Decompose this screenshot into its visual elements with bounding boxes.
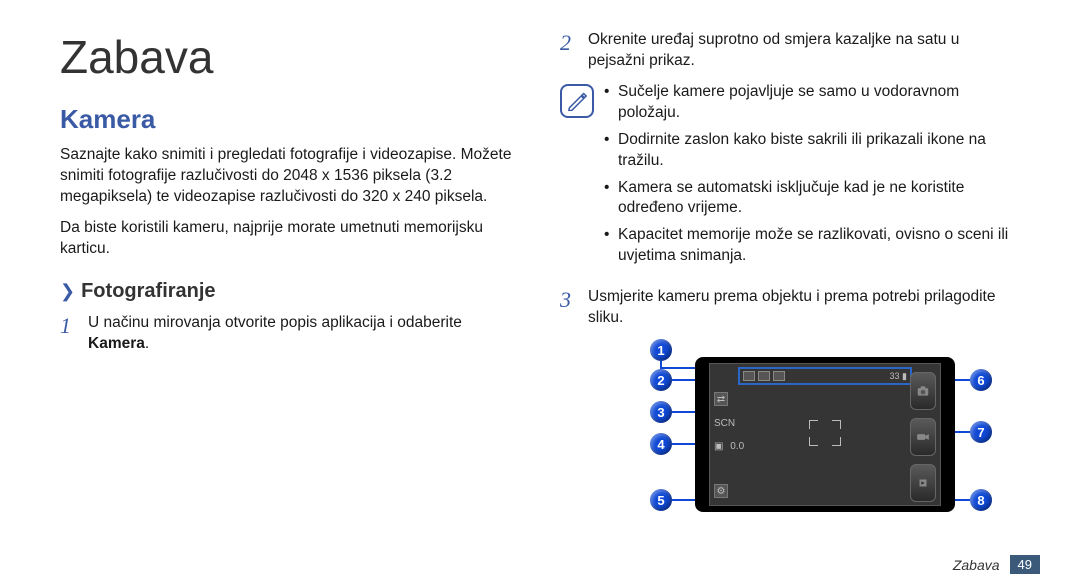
callout-8: 8 — [970, 489, 992, 511]
intro-paragraph-1: Saznajte kako snimiti i pregledati fotog… — [60, 145, 520, 208]
step-number: 1 — [60, 313, 88, 355]
note-icon — [560, 84, 594, 118]
step-1-text-b: . — [145, 335, 149, 352]
status-icon — [743, 371, 755, 381]
note-item: Dodirnite zaslon kako biste sakrili ili … — [604, 130, 1020, 172]
camera-figure: 1 2 3 4 5 6 7 8 — [620, 339, 1000, 529]
callout-5: 5 — [650, 489, 672, 511]
callout-7: 7 — [970, 421, 992, 443]
chevron-right-icon: ❯ — [60, 281, 75, 302]
gallery-icon — [910, 464, 936, 502]
status-bar: 33 ▮ — [738, 367, 912, 385]
intro-paragraph-2: Da biste koristili kameru, najprije mora… — [60, 218, 520, 260]
focus-reticle-icon — [710, 419, 940, 447]
status-icon — [773, 371, 785, 381]
step-2: 2 Okrenite uređaj suprotno od smjera kaz… — [560, 30, 1020, 72]
callout-6: 6 — [970, 369, 992, 391]
settings-icon: ⚙ — [714, 484, 744, 498]
step-3: 3 Usmjerite kameru prema objektu i prema… — [560, 287, 1020, 329]
note-item: Kapacitet memorije može se razlikovati, … — [604, 225, 1020, 267]
step-1-text-a: U načinu mirovanja otvorite popis aplika… — [88, 314, 462, 331]
battery-label: 33 — [890, 371, 900, 381]
note-item: Kamera se automatski isključuje kad je n… — [604, 178, 1020, 220]
camera-shutter-icon — [910, 372, 936, 410]
step-1: 1 U načinu mirovanja otvorite popis apli… — [60, 313, 520, 355]
note-item: Sučelje kamere pojavljuje se samo u vodo… — [604, 82, 1020, 124]
subsection-title: Fotografiranje — [81, 280, 215, 303]
page-footer: Zabava 49 — [953, 555, 1040, 574]
mode-switch-icon: ⇄ — [714, 392, 744, 406]
callout-4: 4 — [650, 433, 672, 455]
section-title: Kamera — [60, 104, 520, 135]
step-2-text: Okrenite uređaj suprotno od smjera kazal… — [588, 30, 1020, 72]
subsection-heading: ❯ Fotografiranje — [60, 280, 520, 303]
status-icon — [758, 371, 770, 381]
footer-label: Zabava — [953, 557, 1000, 573]
callout-2: 2 — [650, 369, 672, 391]
step-number: 2 — [560, 30, 588, 72]
page-number: 49 — [1010, 555, 1040, 574]
note-block: Sučelje kamere pojavljuje se samo u vodo… — [560, 82, 1020, 273]
step-number: 3 — [560, 287, 588, 329]
phone-mockup: 33 ▮ ⇄ SCN ▣ 0.0 ⚙ — [695, 357, 955, 512]
step-1-bold: Kamera — [88, 335, 145, 352]
chapter-title: Zabava — [60, 30, 520, 84]
callout-3: 3 — [650, 401, 672, 423]
step-3-text: Usmjerite kameru prema objektu i prema p… — [588, 287, 1020, 329]
callout-1: 1 — [650, 339, 672, 361]
